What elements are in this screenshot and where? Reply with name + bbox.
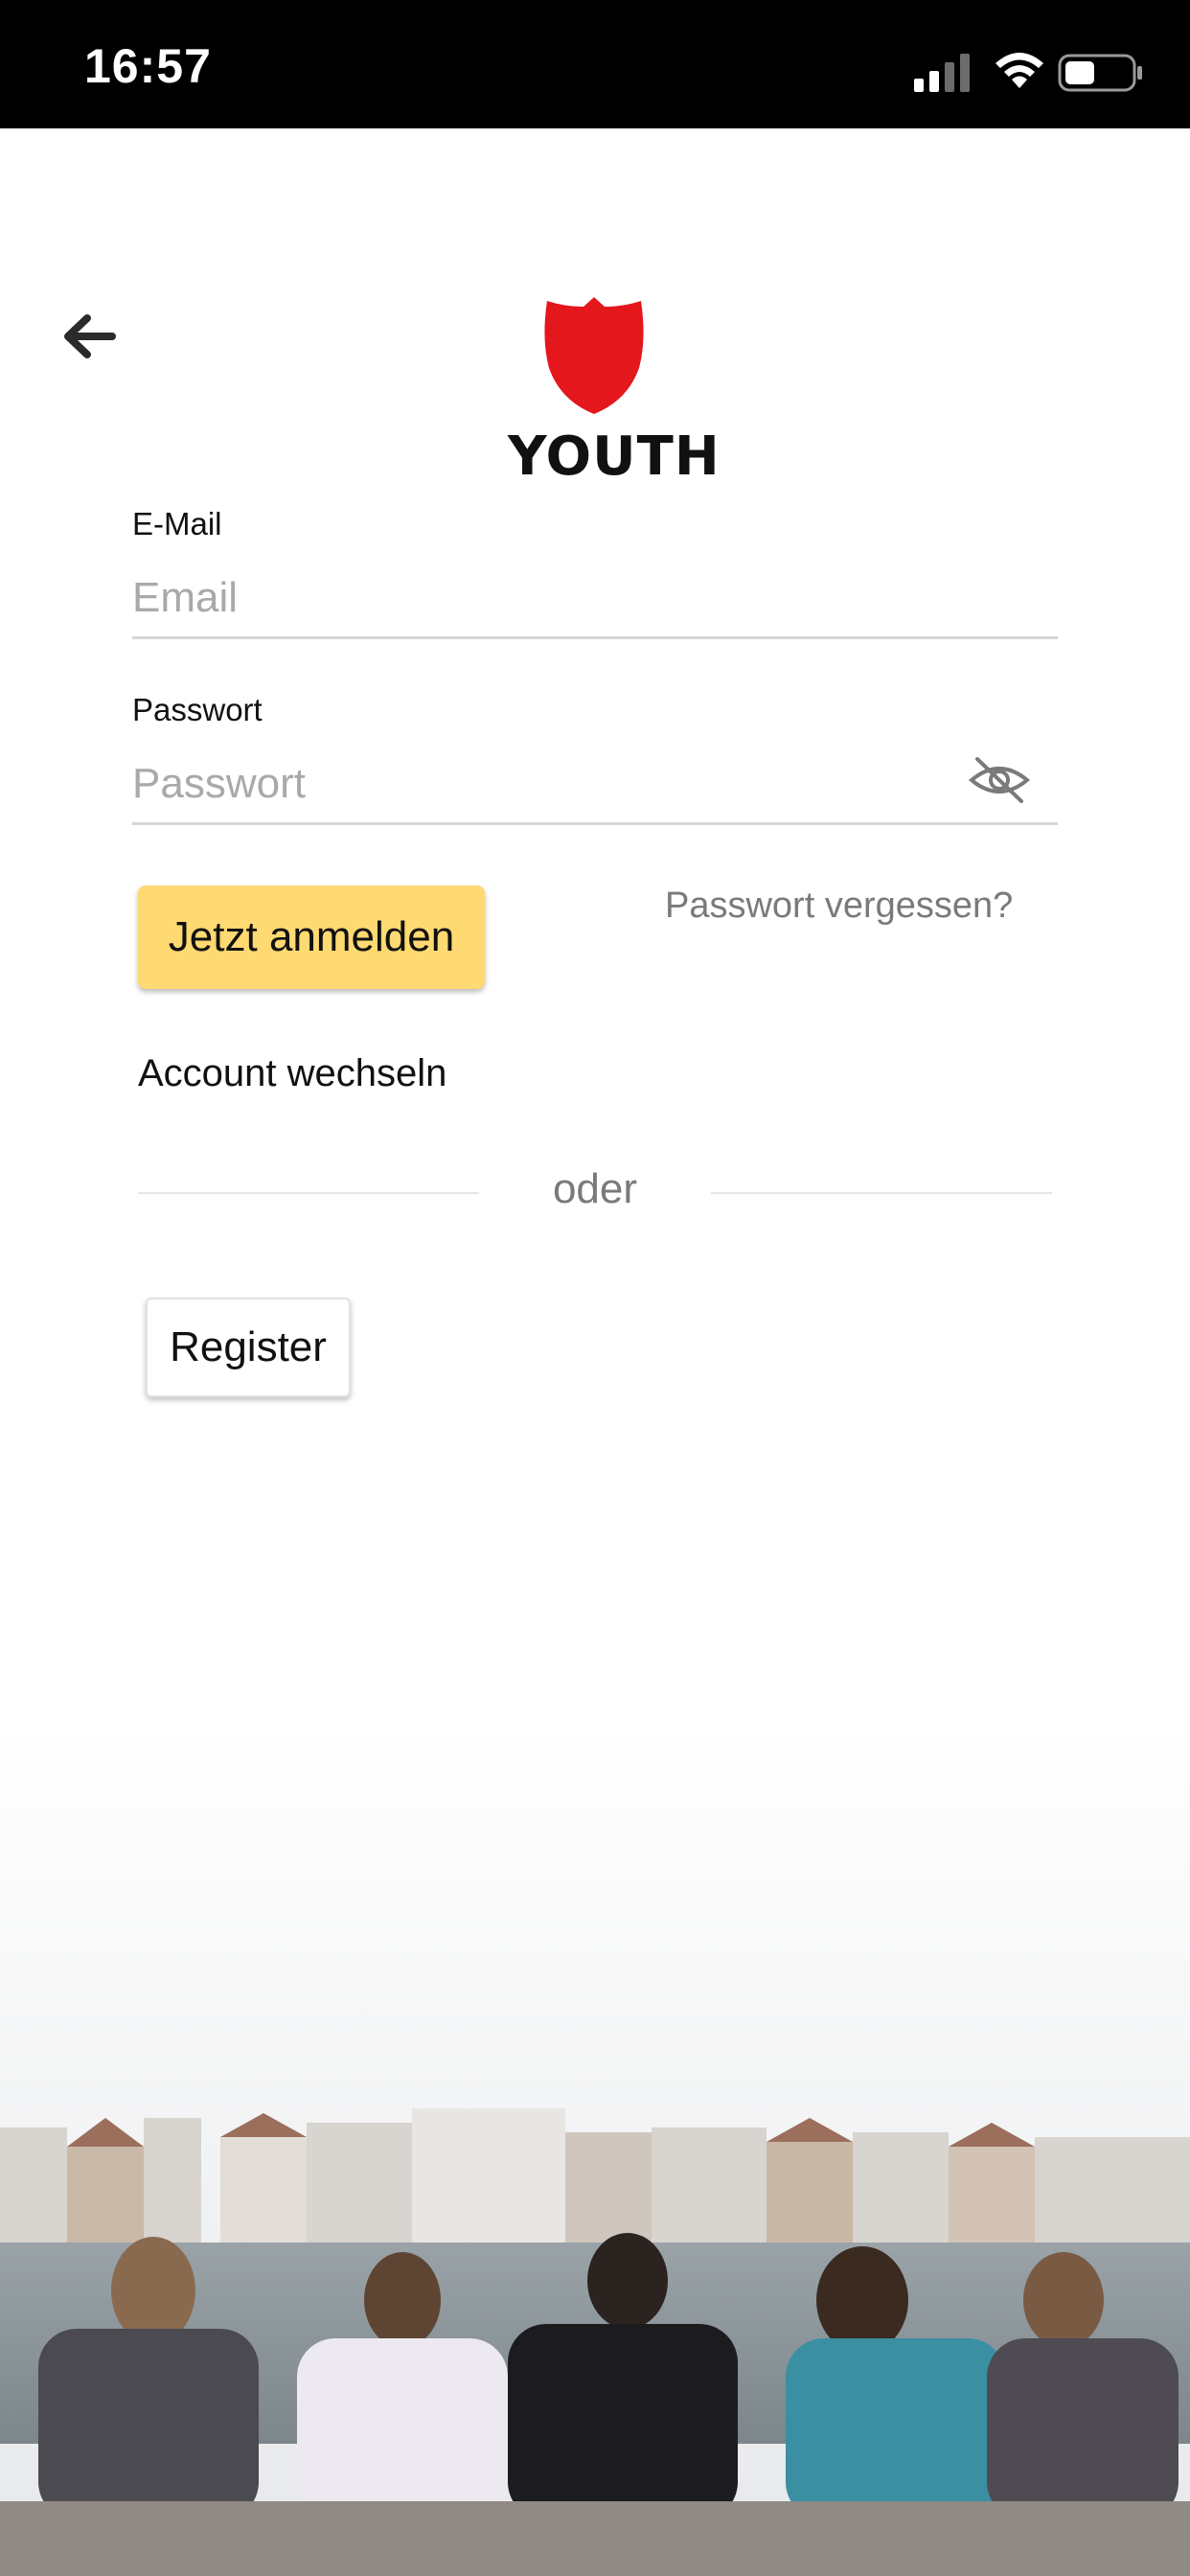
signal-icon xyxy=(914,54,970,92)
divider-text: oder xyxy=(552,1165,638,1212)
email-label: E-Mail xyxy=(132,506,222,541)
arrow-left-icon xyxy=(64,314,116,358)
wifi-icon xyxy=(995,53,1043,88)
password-label: Passwort xyxy=(132,692,263,727)
login-button[interactable]: Jetzt anmelden xyxy=(138,886,485,989)
email-field[interactable] xyxy=(132,560,1058,639)
hero-photo xyxy=(0,1725,1190,2576)
divider-line-right xyxy=(711,1192,1052,1194)
status-bar: 16:57 xyxy=(0,0,1190,128)
password-field[interactable] xyxy=(132,746,1058,825)
divider-line-left xyxy=(138,1192,479,1194)
logo-text: YOUTH xyxy=(508,426,721,488)
back-button[interactable] xyxy=(56,303,123,370)
eye-off-icon[interactable] xyxy=(968,753,1031,807)
register-button[interactable]: Register xyxy=(146,1298,351,1397)
status-time: 16:57 xyxy=(84,39,212,93)
shield-logo-icon xyxy=(544,297,644,414)
switch-account-link[interactable]: Account wechseln xyxy=(138,1052,446,1095)
battery-icon xyxy=(1058,54,1142,92)
app-logo: YOUTH xyxy=(508,293,721,488)
forgot-password-link[interactable]: Passwort vergessen? xyxy=(665,886,1013,927)
